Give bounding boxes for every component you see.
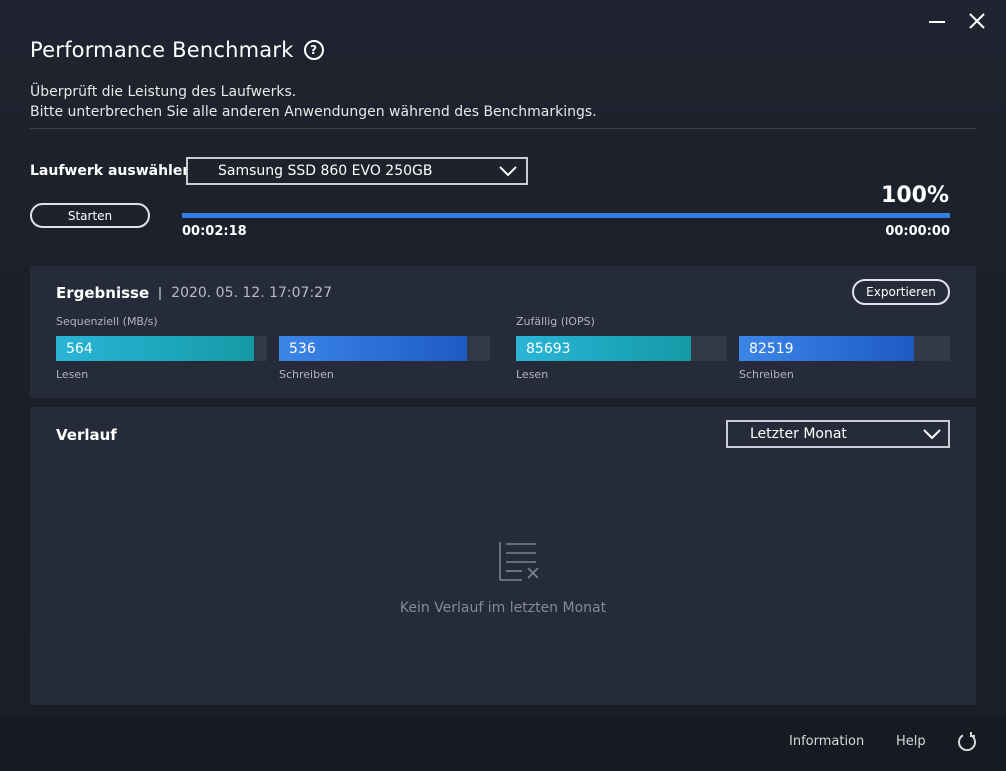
window-controls <box>926 10 988 32</box>
progress-bar <box>182 213 950 218</box>
information-link[interactable]: Information <box>789 734 864 749</box>
export-button[interactable]: Exportieren <box>852 279 950 305</box>
history-range-select[interactable]: Letzter Monat <box>726 420 950 448</box>
description: Überprüft die Leistung des Laufwerks. Bi… <box>30 82 597 122</box>
minimize-button[interactable] <box>926 10 948 32</box>
rand-read-bar: 85693 <box>516 336 727 361</box>
sequential-label: Sequenziell (MB/s) <box>56 315 158 328</box>
rand-read-label: Lesen <box>516 368 549 381</box>
drive-select[interactable]: Samsung SSD 860 EVO 250GB <box>186 157 528 185</box>
progress-fill <box>182 213 950 218</box>
random-label: Zufällig (IOPS) <box>516 315 595 328</box>
page-title: Performance Benchmark <box>30 38 294 62</box>
divider <box>30 128 976 129</box>
close-button[interactable] <box>966 10 988 32</box>
empty-list-icon <box>499 542 539 581</box>
seq-write-label: Schreiben <box>279 368 334 381</box>
drive-select-label: Laufwerk auswählen <box>30 163 193 179</box>
rand-read-fill: 85693 <box>516 336 692 361</box>
history-title: Verlauf <box>56 426 117 444</box>
remaining-time: 00:00:00 <box>885 224 950 239</box>
rand-write-label: Schreiben <box>739 368 794 381</box>
chevron-down-icon <box>923 429 941 440</box>
rand-write-bar: 82519 <box>739 336 950 361</box>
results-header: Ergebnisse 2020. 05. 12. 17:07:27 <box>56 284 332 302</box>
seq-read-bar: 564 <box>56 336 267 361</box>
results-timestamp: 2020. 05. 12. 17:07:27 <box>171 285 332 301</box>
start-button[interactable]: Starten <box>30 203 150 228</box>
empty-history-text: Kein Verlauf im letzten Monat <box>399 600 607 616</box>
help-link[interactable]: Help <box>896 734 926 749</box>
description-line-2: Bitte unterbrechen Sie alle anderen Anwe… <box>30 104 597 120</box>
results-title: Ergebnisse <box>56 284 150 302</box>
seq-write-bar: 536 <box>279 336 490 361</box>
minimize-icon <box>929 21 945 23</box>
seq-write-fill: 536 <box>279 336 467 361</box>
history-panel: Verlauf Letzter Monat Kein Verlauf im le… <box>30 407 976 705</box>
elapsed-time: 00:02:18 <box>182 224 247 239</box>
drive-select-value: Samsung SSD 860 EVO 250GB <box>218 163 433 179</box>
seq-read-label: Lesen <box>56 368 89 381</box>
help-icon[interactable]: ? <box>303 40 324 60</box>
close-icon <box>969 13 985 29</box>
rand-write-fill: 82519 <box>739 336 915 361</box>
footer: Information Help <box>0 716 1006 771</box>
title-row: Performance Benchmark ? <box>30 38 324 62</box>
seq-read-fill: 564 <box>56 336 255 361</box>
history-range-value: Letzter Monat <box>750 426 847 442</box>
chevron-down-icon <box>499 166 517 177</box>
refresh-icon[interactable] <box>956 731 978 753</box>
results-panel: Ergebnisse 2020. 05. 12. 17:07:27 Export… <box>30 266 976 398</box>
progress-percent: 100% <box>881 183 949 208</box>
results-separator <box>159 286 162 300</box>
description-line-1: Überprüft die Leistung des Laufwerks. <box>30 84 297 100</box>
